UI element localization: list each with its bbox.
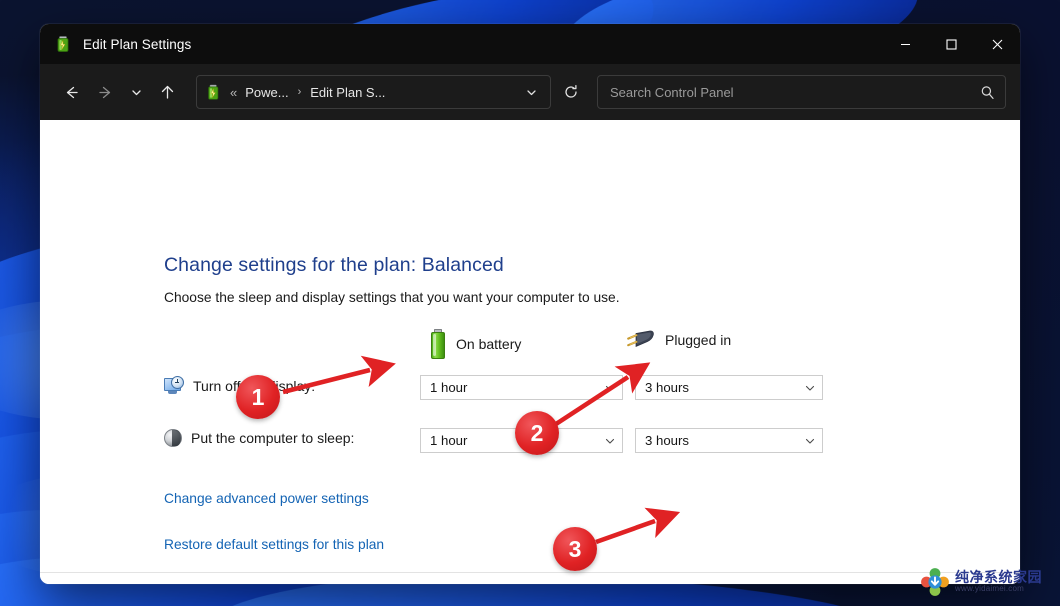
navigation-toolbar: « Powe... › Edit Plan S... Search Contro… <box>40 64 1020 120</box>
back-arrow-icon[interactable] <box>54 75 88 109</box>
display-plugged-value: 3 hours <box>645 380 689 395</box>
display-clock-icon <box>164 376 184 395</box>
row-label-text: Put the computer to sleep: <box>191 430 355 446</box>
column-header-plugged-in: Plugged in <box>625 329 731 351</box>
window-title: Edit Plan Settings <box>83 36 192 52</box>
display-battery-dropdown[interactable]: 1 hour <box>420 375 623 400</box>
up-arrow-icon[interactable] <box>150 75 184 109</box>
maximize-icon[interactable] <box>928 24 974 64</box>
search-input[interactable]: Search Control Panel <box>610 85 980 100</box>
refresh-icon[interactable] <box>555 75 587 109</box>
recent-locations-chevron-down-icon[interactable] <box>122 75 150 109</box>
window-controls <box>882 24 1020 64</box>
sleep-plugged-dropdown[interactable]: 3 hours <box>635 428 823 453</box>
edit-plan-settings-window: Edit Plan Settings « Powe... › Edit Plan… <box>40 24 1020 584</box>
link-change-advanced-power-settings[interactable]: Change advanced power settings <box>164 491 369 506</box>
search-control-panel-box[interactable]: Search Control Panel <box>597 75 1006 109</box>
site-watermark: 纯净系统家园 www.yidaimei.com <box>920 565 1052 599</box>
chevron-down-icon <box>604 382 616 394</box>
breadcrumb-item-edit-plan-settings[interactable]: Edit Plan S... <box>310 85 385 100</box>
row-label-turn-off-display: Turn off the display: <box>164 376 315 395</box>
address-bar[interactable]: « Powe... › Edit Plan S... <box>196 75 551 109</box>
column-label-on-battery: On battery <box>456 336 522 352</box>
watermark-logo-icon <box>920 567 950 597</box>
sleep-battery-value: 1 hour <box>430 433 468 448</box>
breadcrumb-separator-icon: › <box>297 86 302 98</box>
display-battery-value: 1 hour <box>430 380 468 395</box>
watermark-url: www.yidaimei.com <box>955 584 1024 594</box>
battery-icon <box>430 329 446 359</box>
power-plug-icon <box>625 329 655 351</box>
minimize-icon[interactable] <box>882 24 928 64</box>
breadcrumb-item-power-options[interactable]: Powe... <box>245 85 288 100</box>
page-subtitle: Choose the sleep and display settings th… <box>164 290 620 305</box>
watermark-site-name: 纯净系统家园 <box>955 569 1042 586</box>
breadcrumb-overflow[interactable]: « <box>228 85 239 100</box>
row-label-text: Turn off the display: <box>193 377 316 394</box>
column-label-plugged-in: Plugged in <box>665 332 732 348</box>
chevron-down-icon <box>604 435 616 447</box>
page-title: Change settings for the plan: Balanced <box>164 254 504 276</box>
power-plan-icon <box>205 84 222 101</box>
content-area: Change settings for the plan: Balanced C… <box>40 120 1020 584</box>
sleep-battery-dropdown[interactable]: 1 hour <box>420 428 623 453</box>
display-plugged-dropdown[interactable]: 3 hours <box>635 375 823 400</box>
sleep-moon-icon <box>164 429 182 447</box>
button-bar: Save changes Cancel <box>40 572 1020 584</box>
chevron-down-icon <box>804 435 816 447</box>
sleep-plugged-value: 3 hours <box>645 433 689 448</box>
search-icon[interactable] <box>980 85 995 100</box>
power-plan-icon <box>54 35 72 53</box>
watermark-text: 纯净系统家园 www.yidaimei.com <box>955 570 1042 593</box>
column-header-on-battery: On battery <box>430 329 521 359</box>
forward-arrow-icon[interactable] <box>88 75 122 109</box>
row-label-put-computer-to-sleep: Put the computer to sleep: <box>164 429 354 447</box>
address-chevron-down-icon[interactable] <box>518 79 544 105</box>
close-icon[interactable] <box>974 24 1020 64</box>
link-restore-default-settings[interactable]: Restore default settings for this plan <box>164 537 384 552</box>
window-titlebar[interactable]: Edit Plan Settings <box>40 24 1020 64</box>
chevron-down-icon <box>804 382 816 394</box>
